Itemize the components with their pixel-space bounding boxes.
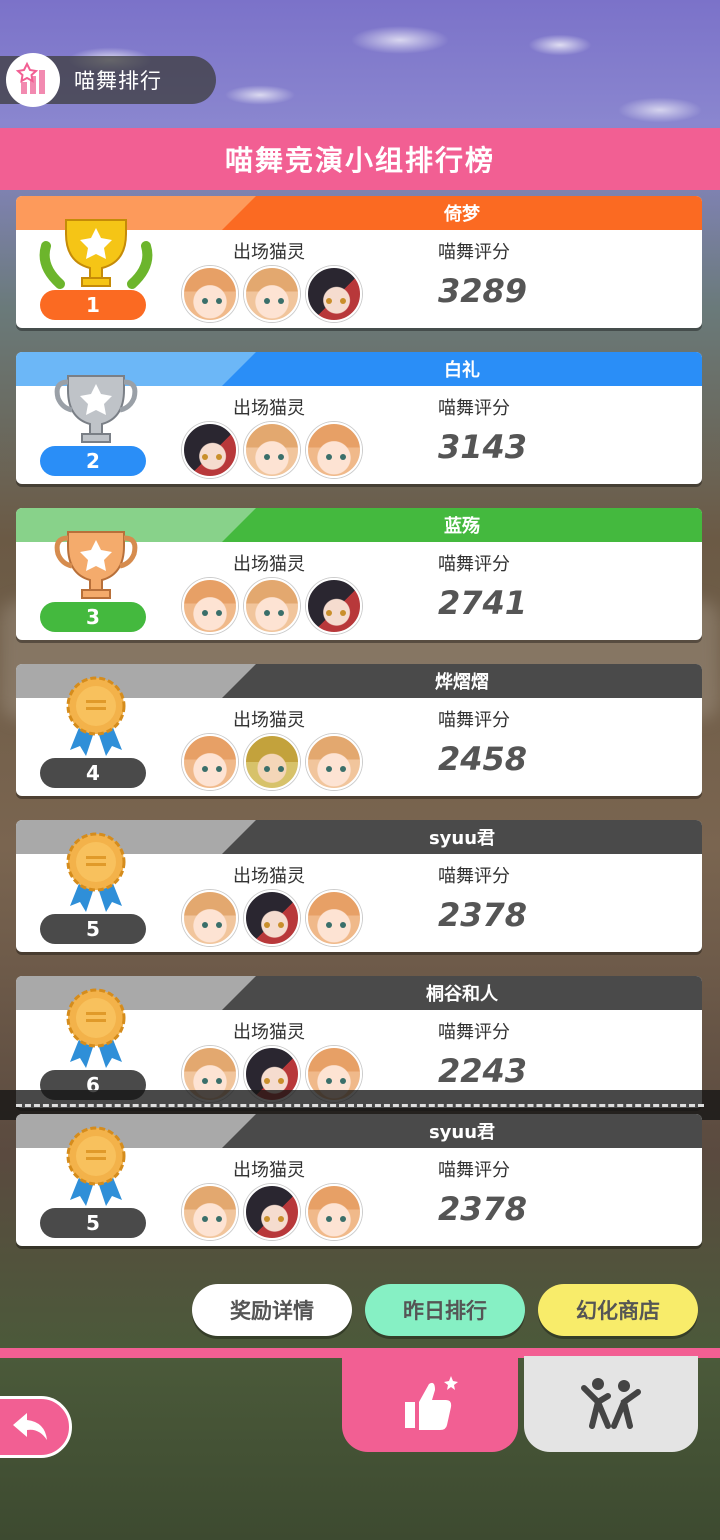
medal-icon [46, 674, 146, 764]
cat-avatar [306, 890, 362, 946]
cat-avatar [306, 266, 362, 322]
leaderboard-row-2[interactable]: 白礼 2 出场猫灵 喵舞评分 3143 [16, 352, 702, 484]
rank-badge: 2 [40, 446, 146, 476]
player-name: 蓝殇 [444, 516, 480, 537]
cat-avatar [244, 1184, 300, 1240]
player-name: syuu君 [428, 1122, 496, 1143]
leaderboard-row-5[interactable]: syuu君 5 出场猫灵 喵舞评分 2378 [16, 820, 702, 952]
score-value: 3289 [438, 272, 528, 310]
medal-icon [46, 1124, 146, 1214]
cat-avatars [182, 1184, 362, 1240]
cat-avatar [306, 1184, 362, 1240]
dancers-icon [581, 1378, 641, 1429]
cat-avatar [244, 422, 300, 478]
leaderboard-row-3[interactable]: 蓝殇 3 出场猫灵 喵舞评分 2741 [16, 508, 702, 640]
ranking-icon [6, 53, 60, 107]
reward-details-button[interactable]: 奖励详情 [192, 1284, 352, 1336]
player-name: 桐谷和人 [426, 984, 498, 1005]
my-rank-row[interactable]: syuu君 5 出场猫灵 喵舞评分 2378 [16, 1114, 702, 1246]
leaderboard-row-6[interactable]: 桐谷和人 6 出场猫灵 喵舞评分 2243 [16, 976, 702, 1108]
score-label: 喵舞评分 [438, 398, 510, 419]
score-value: 2741 [438, 584, 528, 622]
gold-trophy-icon [39, 206, 153, 296]
cat-avatars [182, 890, 362, 946]
cat-avatars [182, 734, 362, 790]
yesterday-ranking-button[interactable]: 昨日排行 [365, 1284, 525, 1336]
cats-label: 出场猫灵 [233, 554, 305, 575]
cat-avatar [306, 422, 362, 478]
cat-avatar [182, 266, 238, 322]
cats-label: 出场猫灵 [233, 398, 305, 419]
score-value: 2378 [438, 896, 528, 934]
cat-avatar [182, 734, 238, 790]
cat-avatar [244, 266, 300, 322]
medal-icon [46, 986, 146, 1076]
score-label: 喵舞评分 [438, 554, 510, 575]
thumbs-up-icon [405, 1376, 458, 1430]
tab-dance[interactable] [524, 1356, 698, 1452]
cat-avatar [182, 890, 238, 946]
cats-label: 出场猫灵 [233, 710, 305, 731]
back-button[interactable] [0, 1396, 72, 1458]
rank-badge: 1 [40, 290, 146, 320]
cat-avatar [182, 578, 238, 634]
cat-avatar [244, 578, 300, 634]
medal-icon [46, 830, 146, 920]
player-name: syuu君 [428, 828, 496, 849]
score-label: 喵舞评分 [438, 242, 510, 263]
cat-avatars [182, 266, 362, 322]
cat-avatar [306, 578, 362, 634]
page-title: 喵舞排行 [74, 69, 162, 93]
silver-trophy-icon [46, 362, 146, 452]
score-label: 喵舞评分 [438, 710, 510, 731]
back-arrow-icon [13, 1413, 47, 1440]
cat-avatar [306, 734, 362, 790]
player-name: 烨熠熠 [435, 672, 489, 693]
leaderboard-row-4[interactable]: 烨熠熠 4 出场猫灵 喵舞评分 2458 [16, 664, 702, 796]
cats-label: 出场猫灵 [233, 242, 305, 263]
score-value: 3143 [438, 428, 528, 466]
rank-badge: 5 [40, 914, 146, 944]
cats-label: 出场猫灵 [233, 1160, 305, 1181]
rank-badge: 3 [40, 602, 146, 632]
score-label: 喵舞评分 [438, 1022, 510, 1043]
score-label: 喵舞评分 [438, 1160, 510, 1181]
cats-label: 出场猫灵 [233, 1022, 305, 1043]
cat-avatars [182, 422, 362, 478]
cat-avatar [244, 890, 300, 946]
rank-badge: 5 [40, 1208, 146, 1238]
leaderboard-row-1[interactable]: 倚梦 1 出场猫灵 喵舞评分 3289 [16, 196, 702, 328]
cat-avatars [182, 578, 362, 634]
player-name: 白礼 [444, 360, 480, 381]
cat-avatar [182, 422, 238, 478]
score-value: 2378 [438, 1190, 528, 1228]
player-name: 倚梦 [444, 204, 480, 225]
transform-shop-button[interactable]: 幻化商店 [538, 1284, 698, 1336]
bronze-trophy-icon [46, 518, 146, 608]
score-value: 2243 [438, 1052, 528, 1090]
cats-label: 出场猫灵 [233, 866, 305, 887]
leaderboard-title: 喵舞竞演小组排行榜 [0, 128, 720, 190]
score-value: 2458 [438, 740, 528, 778]
cat-avatar [182, 1184, 238, 1240]
cat-avatar [244, 734, 300, 790]
rank-badge: 4 [40, 758, 146, 788]
tab-likes[interactable] [342, 1356, 518, 1452]
score-label: 喵舞评分 [438, 866, 510, 887]
ranking-title-pill: 喵舞排行 [0, 53, 216, 107]
